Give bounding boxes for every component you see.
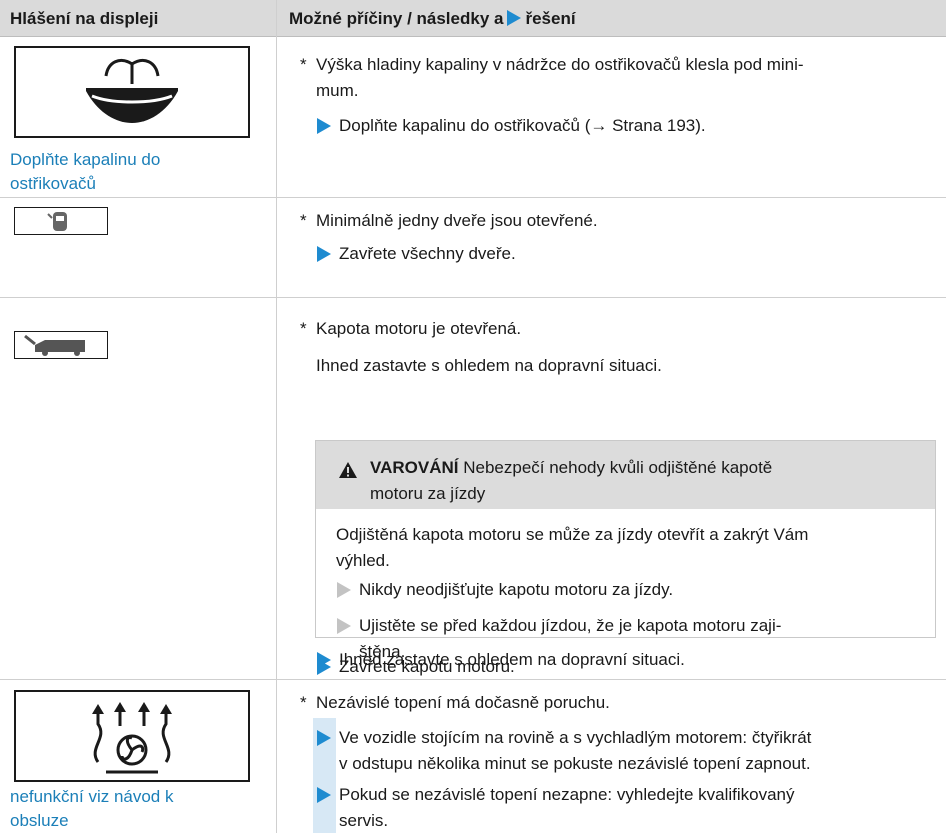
warning-heading: VAROVÁNÍ Nebezpečí nehody kvůli odjištěn… bbox=[370, 458, 773, 503]
action-text: Zavřete kapotu motoru. bbox=[339, 657, 515, 676]
table-header: Hlášení na displeji Možné příčiny / násl… bbox=[0, 0, 946, 37]
action-arrow-icon bbox=[317, 659, 331, 675]
cause-marker: * bbox=[300, 55, 307, 74]
row-divider bbox=[0, 197, 946, 198]
action-arrow-icon bbox=[317, 118, 331, 134]
header-display-message: Hlášení na displeji bbox=[10, 9, 159, 28]
cause-text: Kapota motoru je otevřená. bbox=[316, 319, 522, 338]
cause-marker: * bbox=[300, 319, 307, 338]
door-open-icon bbox=[14, 207, 108, 235]
cause-text: Nezávislé topení má dočasně poruchu. bbox=[316, 693, 610, 712]
row-divider bbox=[0, 297, 946, 298]
cause-text: Výška hladiny kapaliny v nádržce do ostř… bbox=[316, 55, 804, 100]
washer-fluid-message: Doplňte kapalinu do ostřikovačů bbox=[10, 150, 161, 193]
warning-triangle-icon bbox=[339, 462, 357, 478]
auxiliary-heater-icon bbox=[14, 690, 250, 782]
action-text: Doplňte kapalinu do ostřikovačů (→ Stran… bbox=[339, 116, 706, 135]
warning-box: VAROVÁNÍ Nebezpečí nehody kvůli odjištěn… bbox=[315, 440, 936, 661]
cause-note: Ihned zastavte s ohledem na dopravní sit… bbox=[316, 356, 662, 375]
action-arrow-icon bbox=[317, 787, 331, 803]
action-arrow-icon bbox=[317, 246, 331, 262]
cause-text: Minimálně jedny dveře jsou otevřené. bbox=[316, 211, 598, 230]
warning-bullet-icon bbox=[337, 618, 351, 634]
washer-fluid-icon bbox=[14, 46, 250, 138]
action-arrow-icon bbox=[317, 730, 331, 746]
action-text: Ve vozidle stojícím na rovině a s vychla… bbox=[339, 728, 812, 773]
header-causes-solution: Možné příčiny / následky a řešení bbox=[289, 9, 576, 28]
cause-marker: * bbox=[300, 693, 307, 712]
solution-arrow-icon bbox=[507, 10, 522, 26]
manual-page: Hlášení na displeji Možné příčiny / násl… bbox=[0, 0, 946, 833]
action-text: Zavřete všechny dveře. bbox=[339, 244, 516, 263]
warning-bullet-icon bbox=[337, 582, 351, 598]
action-text: Pokud se nezávislé topení nezapne: vyhle… bbox=[339, 785, 795, 830]
hood-open-icon bbox=[14, 331, 108, 359]
heater-message: nefunkční viz návod k obsluze bbox=[10, 787, 174, 830]
column-divider bbox=[276, 0, 277, 833]
cause-marker: * bbox=[300, 211, 307, 230]
warning-body: Odjištěná kapota motoru se může za jízdy… bbox=[336, 525, 809, 570]
